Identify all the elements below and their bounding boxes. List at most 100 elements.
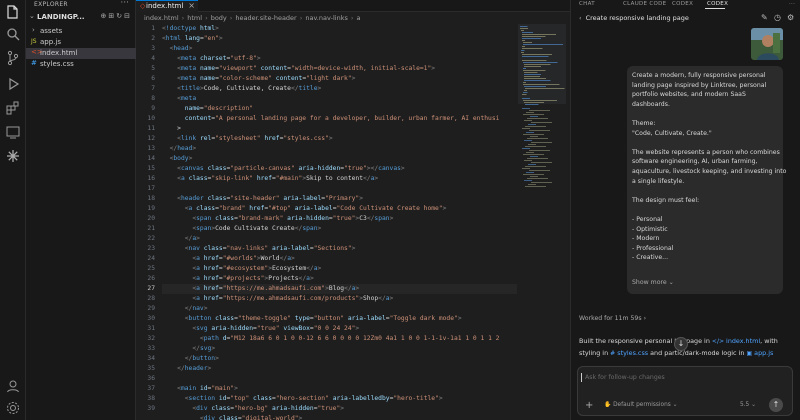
code-line[interactable]: <a href="#projects">Projects</a>	[162, 274, 313, 284]
code-line[interactable]: <meta	[162, 94, 196, 104]
code-line[interactable]: </nav>	[162, 304, 208, 314]
code-line[interactable]: <header class="site-header" aria-label="…	[162, 194, 363, 204]
code-line[interactable]: <main id="main">	[162, 384, 238, 394]
breadcrumb-item[interactable]: body	[211, 14, 227, 22]
more-actions-icon[interactable]: ···	[789, 1, 795, 7]
tree-item-styles-css[interactable]: # styles.css	[26, 59, 136, 70]
new-chat-icon[interactable]: ✎	[761, 13, 768, 22]
code-line[interactable]: <section id="top" class="hero-section" a…	[162, 394, 443, 404]
minimap[interactable]	[518, 24, 566, 420]
close-icon[interactable]: ×	[188, 1, 195, 10]
file-link-app-js[interactable]: app.js	[754, 349, 773, 357]
code-line[interactable]: content="A personal landing page for a d…	[162, 114, 500, 124]
line-number: 34	[147, 355, 155, 362]
code-line[interactable]: <path d="M12 18a6 6 0 1 0 0-12 6 6 0 0 0…	[162, 334, 500, 344]
chat-input-placeholder[interactable]: Ask for follow-up changes	[585, 374, 665, 381]
tab-codex-1[interactable]: CODEX	[672, 1, 693, 7]
add-attachment-button[interactable]: +	[585, 400, 593, 411]
more-actions-icon[interactable]: ···	[120, 0, 129, 8]
code-editor[interactable]: <!doctype html> <html lang="en"> <head> <…	[162, 24, 517, 420]
code-line[interactable]: <meta name="viewport" content="width=dev…	[162, 64, 435, 74]
tree-item-assets[interactable]: › assets	[26, 26, 136, 37]
tab-index-html[interactable]: ◇ index.html ×	[136, 0, 198, 12]
tree-item-label: app.js	[40, 38, 61, 46]
code-line[interactable]: <span>Code Cultivate Create</span>	[162, 224, 321, 234]
tree-item-index-html[interactable]: <> index.html	[26, 48, 136, 59]
minimap-line	[520, 28, 528, 29]
settings-gear-icon[interactable]: ⚙	[787, 13, 794, 22]
account-icon[interactable]	[5, 378, 21, 394]
folder-actions-icons[interactable]: ⊕⊞↻⊟	[101, 12, 132, 20]
file-link-index-html[interactable]: index.html	[726, 337, 760, 345]
code-line[interactable]: <!doctype html>	[162, 24, 219, 34]
breadcrumb-item[interactable]: nav.nav-links	[305, 14, 348, 22]
openai-icon[interactable]	[5, 148, 21, 164]
scroll-down-button[interactable]: ↓	[674, 337, 688, 351]
minimap-line	[529, 130, 550, 131]
code-line[interactable]: <link rel="stylesheet" href="styles.css"…	[162, 134, 333, 144]
show-more-toggle[interactable]: Show more ⌄	[632, 279, 674, 286]
code-line[interactable]: <span class="brand-mark" aria-hidden="tr…	[162, 214, 393, 224]
code-line[interactable]: name="description"	[162, 104, 253, 114]
code-line[interactable]: <canvas class="particle-canvas" aria-hid…	[162, 164, 405, 174]
code-line[interactable]: </button>	[162, 354, 219, 364]
tree-item-label: styles.css	[40, 60, 74, 68]
breadcrumb-item[interactable]: header.site-header	[235, 14, 296, 22]
line-number: 39	[147, 405, 155, 412]
line-number: 33	[147, 345, 155, 352]
code-line[interactable]: <html lang="en">	[162, 34, 223, 44]
file-link-styles-css[interactable]: styles.css	[617, 349, 648, 357]
breadcrumb-item[interactable]: index.html	[144, 14, 179, 22]
code-line[interactable]: </header>	[162, 364, 211, 374]
source-control-icon[interactable]	[5, 50, 21, 66]
tab-claude-code[interactable]: CLAUDE CODE	[623, 1, 666, 7]
search-icon[interactable]	[5, 26, 21, 42]
minimap-line	[523, 174, 544, 175]
code-line[interactable]: >	[162, 124, 181, 134]
code-line[interactable]: <head>	[162, 44, 193, 54]
minimap-line	[524, 86, 546, 87]
code-line[interactable]: <title>Code, Cultivate, Create</title>	[162, 84, 321, 94]
code-line[interactable]: <meta charset="utf-8">	[162, 54, 260, 64]
permissions-selector[interactable]: ✋ Default permissions ⌄	[604, 402, 677, 408]
prompt-line: - Modern	[632, 235, 660, 243]
code-line[interactable]: <div class="hero-bg" aria-hidden="true">	[162, 404, 344, 414]
code-line[interactable]: <a class="brand" href="#top" aria-label=…	[162, 204, 447, 214]
code-line[interactable]: <meta name="color-scheme" content="light…	[162, 74, 355, 84]
code-line[interactable]: <a href="#worlds">World</a>	[162, 254, 294, 264]
code-line[interactable]: <a href="https://me.ahmadsaufi.com/produ…	[162, 294, 393, 304]
chat-title-text: Create responsive landing page	[585, 14, 689, 22]
chat-input-box[interactable]: Ask for follow-up changes + ✋ Default pe…	[577, 366, 793, 416]
code-line[interactable]: <button class="theme-toggle" type="butto…	[162, 314, 462, 324]
tab-chat[interactable]: CHAT	[579, 1, 595, 7]
line-number: 25	[147, 265, 155, 272]
html-file-icon: ◇	[140, 2, 146, 10]
run-debug-icon[interactable]	[5, 76, 21, 92]
tab-codex-2[interactable]: CODEX	[707, 1, 728, 7]
code-line[interactable]: </svg>	[162, 344, 215, 354]
extensions-icon[interactable]	[5, 100, 21, 116]
back-arrow-icon[interactable]: ‹	[579, 14, 582, 22]
minimap-line	[528, 164, 536, 165]
code-line[interactable]: <a href="https://me.ahmadsaufi.com">Blog…	[162, 284, 517, 294]
model-selector[interactable]: 5.5 ⌄	[740, 402, 756, 408]
send-button[interactable]: ↑	[769, 398, 783, 412]
code-line[interactable]: </head>	[162, 144, 197, 154]
code-line[interactable]: <a class="skip-link" href="#main">Skip t…	[162, 174, 378, 184]
breadcrumb-item[interactable]: html	[187, 14, 202, 22]
code-line[interactable]: <nav class="nav-links" aria-label="Secti…	[162, 244, 356, 254]
code-line[interactable]: <body>	[162, 154, 193, 164]
history-icon[interactable]: ◷	[774, 13, 781, 22]
tree-item-app-js[interactable]: JS app.js	[26, 37, 136, 48]
explorer-icon[interactable]	[5, 4, 21, 20]
breadcrumb-item[interactable]: a	[356, 14, 360, 22]
worked-duration[interactable]: Worked for 11m 59s ›	[579, 315, 646, 322]
workspace-folder[interactable]: ⌄ LANDINGP... ⊕⊞↻⊟	[26, 11, 136, 24]
remote-explorer-icon[interactable]	[5, 124, 21, 140]
code-line[interactable]: <svg aria-hidden="true" viewBox="0 0 24 …	[162, 324, 359, 334]
settings-gear-icon[interactable]	[5, 400, 21, 416]
minimap-line	[522, 54, 552, 55]
code-line[interactable]: <a href="#ecosystem">Ecosystem</a>	[162, 264, 321, 274]
code-line[interactable]: <div class="digital-world">	[162, 414, 302, 420]
code-line[interactable]: </a>	[162, 234, 200, 244]
